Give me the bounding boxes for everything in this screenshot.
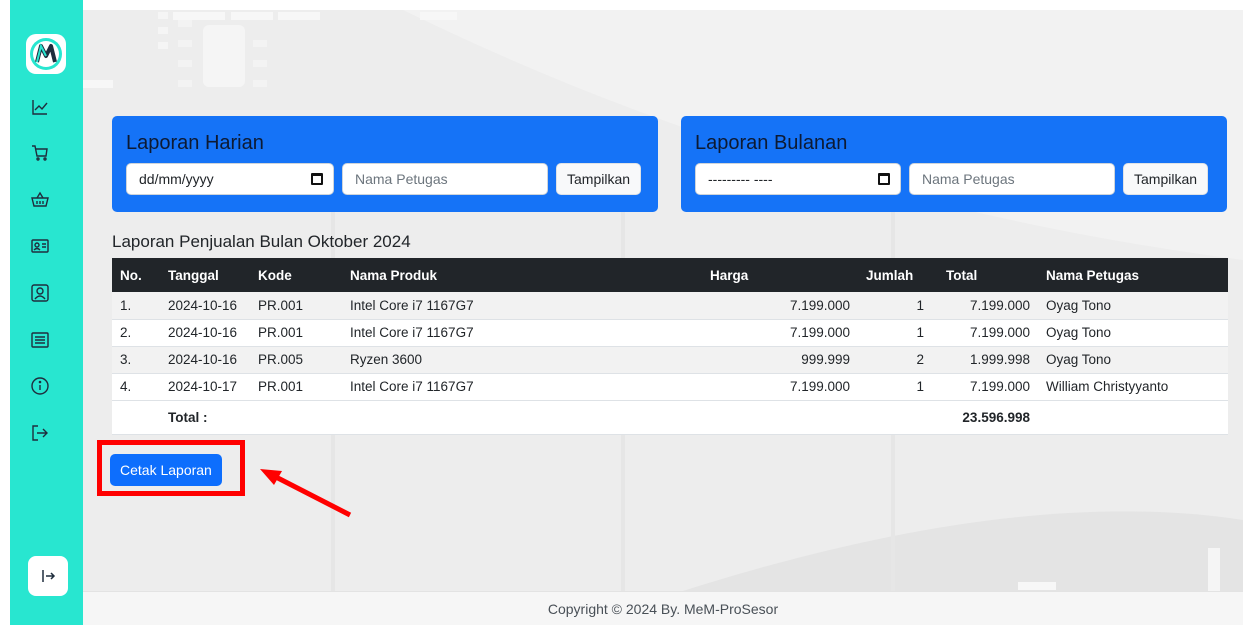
annotation-highlight-box [97,440,245,496]
cell-jumlah: 2 [858,346,938,374]
table-header-row: No. Tanggal Kode Nama Produk Harga Jumla… [112,258,1228,292]
cell-no: 2. [112,319,160,347]
cell-tanggal: 2024-10-16 [160,292,250,320]
table-row: 1. 2024-10-16 PR.001 Intel Core i7 1167G… [112,292,1228,320]
cell-jumlah: 1 [858,319,938,347]
table-row: 4. 2024-10-17 PR.001 Intel Core i7 1167G… [112,373,1228,401]
cell-produk: Intel Core i7 1167G7 [342,373,702,401]
id-card-icon[interactable] [30,236,50,256]
cell-harga: 7.199.000 [702,373,858,401]
total-spacer [858,400,938,435]
monthly-report-panel: Laporan Bulanan --------- ---- Tampilkan [681,116,1227,212]
cell-kode: PR.005 [250,346,342,374]
cell-kode: PR.001 [250,373,342,401]
expand-sidebar-button[interactable] [28,556,68,596]
cell-produk: Intel Core i7 1167G7 [342,292,702,320]
cell-jumlah: 1 [858,292,938,320]
col-header-produk: Nama Produk [342,258,702,292]
cell-petugas: William Christyyanto [1038,373,1228,401]
cell-petugas: Oyag Tono [1038,346,1228,374]
cell-no: 3. [112,346,160,374]
report-title: Laporan Penjualan Bulan Oktober 2024 [112,232,411,251]
sidebar [0,0,83,625]
daily-report-title: Laporan Harian [126,132,264,154]
cell-total: 7.199.000 [938,292,1038,320]
cart-icon[interactable] [30,143,50,163]
grand-total-value: 23.596.998 [938,400,1038,435]
daily-report-panel: Laporan Harian dd/mm/yyyy Tampilkan [112,116,658,212]
cell-total: 7.199.000 [938,319,1038,347]
footer: Copyright © 2024 By. MeM-ProSesor [83,591,1243,625]
total-spacer [342,400,702,435]
total-spacer [250,400,342,435]
monthly-report-title: Laporan Bulanan [695,132,848,154]
cell-tanggal: 2024-10-16 [160,319,250,347]
total-spacer [112,400,160,435]
expand-arrow-icon [42,570,56,582]
cell-kode: PR.001 [250,319,342,347]
cell-no: 1. [112,292,160,320]
cell-petugas: Oyag Tono [1038,292,1228,320]
table-row: 3. 2024-10-16 PR.005 Ryzen 3600 999.999 … [112,346,1228,374]
monthly-month-input[interactable]: --------- ---- [695,163,901,195]
cell-harga: 999.999 [702,346,858,374]
monthly-report-form: --------- ---- Tampilkan [695,163,1209,195]
list-icon[interactable] [30,330,50,350]
table-total-row: Total : 23.596.998 [112,400,1228,435]
col-header-no: No. [112,258,160,292]
calendar-icon[interactable] [878,173,890,185]
total-spacer [702,400,858,435]
cell-no: 4. [112,373,160,401]
cell-tanggal: 2024-10-17 [160,373,250,401]
calendar-icon[interactable] [311,173,323,185]
cell-produk: Ryzen 3600 [342,346,702,374]
col-header-jumlah: Jumlah [858,258,938,292]
col-header-tanggal: Tanggal [160,258,250,292]
col-header-harga: Harga [702,258,858,292]
info-icon[interactable] [30,376,50,396]
col-header-total: Total [938,258,1038,292]
cell-jumlah: 1 [858,373,938,401]
cell-tanggal: 2024-10-16 [160,346,250,374]
col-header-kode: Kode [250,258,342,292]
cell-produk: Intel Core i7 1167G7 [342,319,702,347]
sales-report-table: No. Tanggal Kode Nama Produk Harga Jumla… [112,258,1228,435]
cell-total: 1.999.998 [938,346,1038,374]
logo-icon [30,38,62,70]
dashboard-chart-icon[interactable] [30,97,50,117]
main-content: Laporan Harian dd/mm/yyyy Tampilkan Lapo… [83,0,1243,625]
top-band [83,0,1243,10]
total-spacer [1038,400,1228,435]
table-row: 2. 2024-10-16 PR.001 Intel Core i7 1167G… [112,319,1228,347]
daily-show-button[interactable]: Tampilkan [556,163,642,195]
daily-date-value: dd/mm/yyyy [139,171,214,187]
cell-harga: 7.199.000 [702,319,858,347]
annotation-arrow-icon [260,469,352,518]
monthly-show-button[interactable]: Tampilkan [1123,163,1209,195]
daily-report-form: dd/mm/yyyy Tampilkan [126,163,642,195]
monthly-petugas-input[interactable] [909,163,1115,195]
logout-icon[interactable] [30,423,50,443]
col-header-petugas: Nama Petugas [1038,258,1228,292]
cell-harga: 7.199.000 [702,292,858,320]
daily-date-input[interactable]: dd/mm/yyyy [126,163,334,195]
user-square-icon[interactable] [30,283,50,303]
total-label: Total : [160,400,250,435]
basket-icon[interactable] [30,190,50,210]
monthly-month-value: --------- ---- [708,171,773,187]
footer-copyright: Copyright © 2024 By. MeM-ProSesor [547,601,779,617]
cell-total: 7.199.000 [938,373,1038,401]
app-logo[interactable] [26,34,66,74]
cell-petugas: Oyag Tono [1038,319,1228,347]
cell-kode: PR.001 [250,292,342,320]
daily-petugas-input[interactable] [342,163,548,195]
